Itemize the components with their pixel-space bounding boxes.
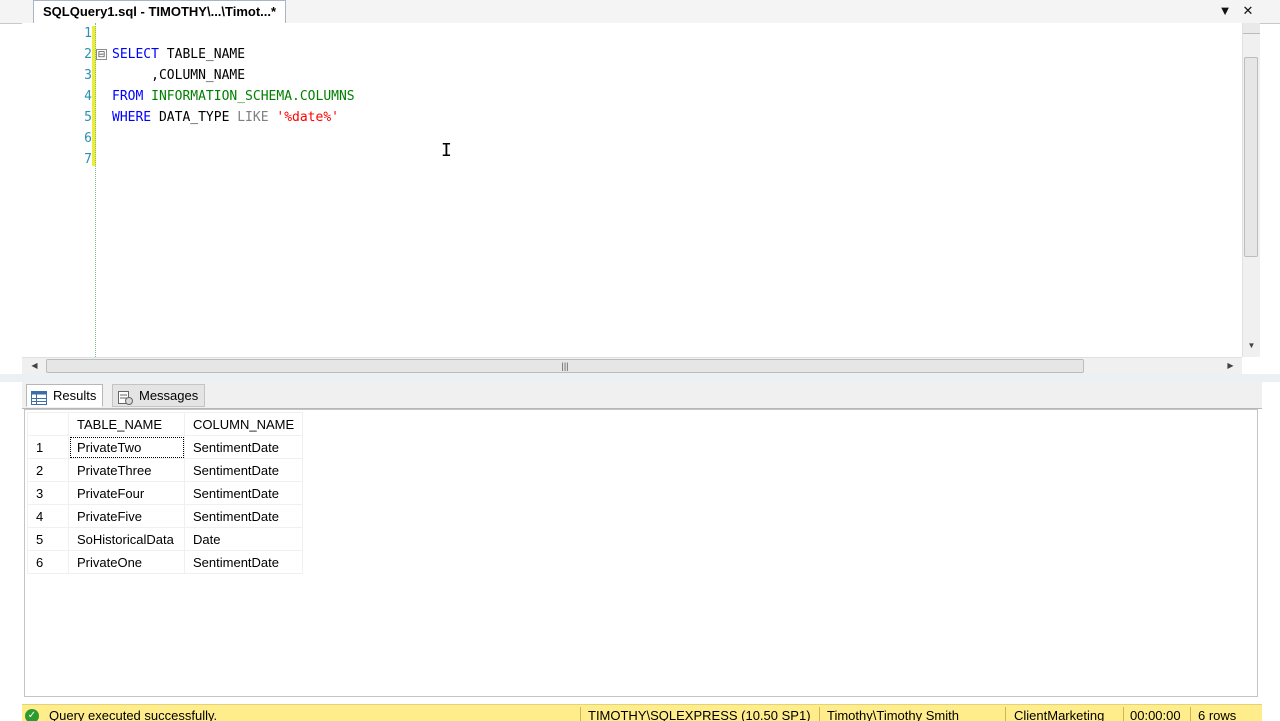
row-number-header[interactable]: [27, 412, 69, 436]
scroll-down-icon[interactable]: ▼: [1243, 339, 1260, 353]
row-number-cell[interactable]: 3: [27, 481, 69, 505]
table-name-cell[interactable]: SoHistoricalData: [68, 527, 185, 551]
column-header-column-name[interactable]: COLUMN_NAME: [183, 412, 304, 436]
column-name-cell[interactable]: SentimentDate: [183, 458, 304, 482]
code-text: WHERE DATA_TYPE LIKE '%date%': [112, 107, 339, 128]
scroll-right-icon[interactable]: ▶: [1222, 359, 1239, 373]
status-separator: [580, 707, 581, 721]
table-row[interactable]: 5 SoHistoricalData Date: [27, 527, 304, 551]
results-grid[interactable]: TABLE_NAME COLUMN_NAME 1 PrivateTwo Sentim…: [24, 409, 1258, 697]
line-number: 1: [84, 26, 92, 41]
document-tab[interactable]: SQLQuery1.sql - TIMOTHY\...\Timot...*: [33, 0, 287, 23]
code-text: FROM INFORMATION_SCHEMA.COLUMNS: [112, 86, 355, 107]
code-line[interactable]: 6: [22, 128, 1242, 149]
tab-dropdown-icon[interactable]: ▼: [1217, 3, 1233, 19]
status-separator: [1123, 707, 1124, 721]
tab-messages[interactable]: Messages: [112, 384, 206, 407]
code-token: TABLE_NAME: [158, 47, 246, 62]
tab-results-label: Results: [53, 388, 97, 403]
code-line[interactable]: 2 SELECT TABLE_NAME: [22, 44, 1242, 65]
table-row[interactable]: 6 PrivateOne SentimentDate: [27, 550, 304, 574]
close-icon[interactable]: ✕: [1240, 3, 1256, 19]
table-name-cell[interactable]: PrivateTwo: [68, 435, 185, 459]
collapse-icon[interactable]: ⊟: [96, 49, 107, 60]
table-row[interactable]: 1 PrivateTwo SentimentDate: [27, 435, 304, 459]
status-bar: ✓ Query executed successfully. TIMOTHY\S…: [22, 704, 1262, 721]
table-row[interactable]: 4 PrivateFive SentimentDate: [27, 504, 304, 528]
row-number-cell[interactable]: 4: [27, 504, 69, 528]
row-number-cell[interactable]: 2: [27, 458, 69, 482]
code-text: SELECT TABLE_NAME: [112, 44, 245, 65]
table-row[interactable]: 3 PrivateFour SentimentDate: [27, 481, 304, 505]
row-number-cell[interactable]: 5: [27, 527, 69, 551]
column-name-cell[interactable]: SentimentDate: [183, 435, 304, 459]
code-line[interactable]: 4 FROM INFORMATION_SCHEMA.COLUMNS: [22, 86, 1242, 107]
code-token: LIKE: [237, 110, 269, 125]
code-token: FROM: [112, 89, 144, 104]
code-line[interactable]: 5 WHERE DATA_TYPE LIKE '%date%': [22, 107, 1242, 128]
line-number: 4: [84, 89, 92, 104]
code-line[interactable]: 1: [22, 23, 1242, 44]
code-token: SELECT: [112, 47, 159, 62]
results-tab-strip: Results Messages: [22, 382, 1262, 409]
table-row[interactable]: 2 PrivateThree SentimentDate: [27, 458, 304, 482]
messages-icon: [117, 389, 133, 405]
status-separator: [819, 707, 820, 721]
tab-results[interactable]: Results: [26, 384, 104, 407]
line-number: 7: [84, 152, 92, 167]
row-number-cell[interactable]: 6: [27, 550, 69, 574]
status-user: Timothy\Timothy Smith: [827, 708, 959, 721]
query-editor[interactable]: 1 2 SELECT TABLE_NAME 3 ,COLUMN_NAME 4 FROM I…: [22, 23, 1242, 357]
column-header-table-name[interactable]: TABLE_NAME: [68, 412, 185, 436]
status-elapsed: 00:00:00: [1130, 708, 1181, 721]
line-number: 2: [84, 47, 92, 62]
code-token: INFORMATION_SCHEMA.COLUMNS: [151, 89, 355, 104]
table-name-cell[interactable]: PrivateThree: [68, 458, 185, 482]
grid-icon: [31, 389, 47, 405]
code-token: '%date%': [276, 110, 339, 125]
table-name-cell[interactable]: PrivateFour: [68, 481, 185, 505]
column-name-cell[interactable]: SentimentDate: [183, 481, 304, 505]
text-cursor-icon: I: [441, 140, 452, 161]
status-database: ClientMarketing: [1014, 708, 1105, 721]
editor-horizontal-scrollbar[interactable]: ◀ ||| ▶: [22, 357, 1242, 375]
success-check-icon: ✓: [25, 709, 39, 721]
line-number: 3: [84, 68, 92, 83]
line-number: 5: [84, 110, 92, 125]
line-number: 6: [84, 131, 92, 146]
code-token: ,COLUMN_NAME: [112, 68, 246, 83]
editor-vertical-scrollbar[interactable]: ▼: [1242, 23, 1260, 357]
table-name-cell[interactable]: PrivateFive: [68, 504, 185, 528]
status-message: Query executed successfully.: [49, 708, 218, 721]
code-line[interactable]: 7: [22, 149, 1242, 170]
status-server: TIMOTHY\SQLEXPRESS (10.50 SP1): [588, 708, 811, 721]
code-text: ,COLUMN_NAME: [112, 65, 245, 86]
grid-header-row: TABLE_NAME COLUMN_NAME: [27, 412, 304, 436]
code-line[interactable]: 3 ,COLUMN_NAME: [22, 65, 1242, 86]
status-separator: [1190, 707, 1191, 721]
pane-splitter[interactable]: [0, 374, 1280, 382]
document-tab-bar: SQLQuery1.sql - TIMOTHY\...\Timot...* ▼ …: [0, 0, 1280, 24]
tab-messages-label: Messages: [139, 388, 199, 403]
row-number-cell[interactable]: 1: [27, 435, 69, 459]
code-token: WHERE: [112, 110, 152, 125]
horizontal-scroll-thumb[interactable]: |||: [46, 359, 1084, 373]
status-row-count: 6 rows: [1198, 708, 1237, 721]
vertical-scroll-thumb[interactable]: [1244, 57, 1258, 257]
scroll-left-icon[interactable]: ◀: [26, 359, 43, 373]
table-name-cell[interactable]: PrivateOne: [68, 550, 185, 574]
column-name-cell[interactable]: SentimentDate: [183, 504, 304, 528]
grid-body: 1 PrivateTwo SentimentDate 2 PrivateThree Sen…: [27, 435, 304, 574]
column-name-cell[interactable]: SentimentDate: [183, 550, 304, 574]
code-token: DATA_TYPE: [151, 110, 238, 125]
split-handle[interactable]: [1243, 23, 1260, 34]
status-separator: [1005, 707, 1006, 721]
column-name-cell[interactable]: Date: [183, 527, 304, 551]
results-table: TABLE_NAME COLUMN_NAME 1 PrivateTwo Sentim…: [27, 412, 304, 574]
